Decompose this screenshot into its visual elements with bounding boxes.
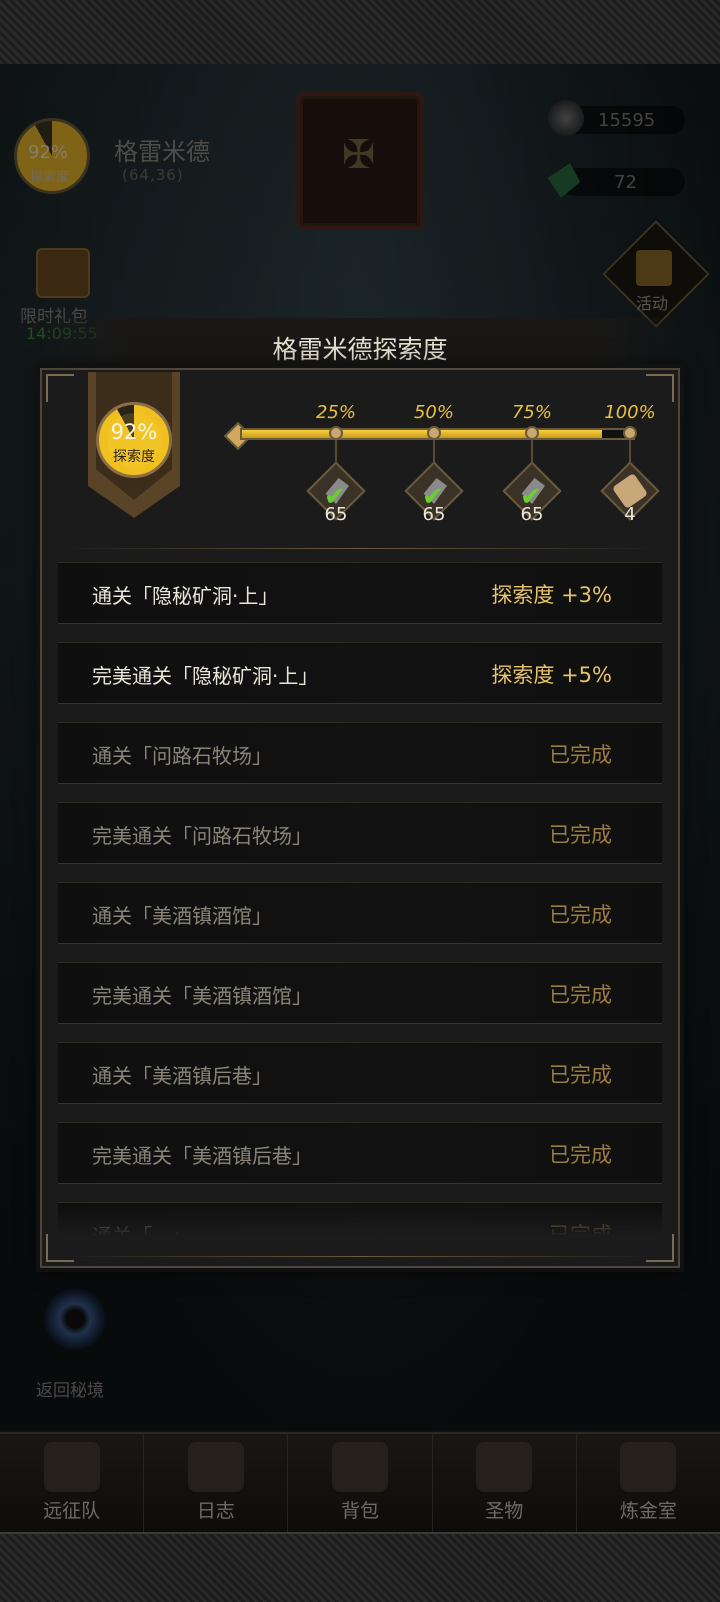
nav-label: 背包: [341, 1500, 380, 1522]
task-row[interactable]: 通关「美酒镇酒馆」 已完成: [58, 882, 662, 944]
explore-label: 探索度: [113, 449, 155, 465]
alchemy-icon: [620, 1442, 677, 1492]
explore-progress-fill: [242, 430, 602, 438]
task-label: 通关「美酒镇酒馆」: [92, 904, 272, 928]
corner-ornament: [46, 1234, 74, 1262]
milestone-node: [427, 426, 441, 440]
scroll-icon: [187, 1442, 244, 1492]
corner-ornament: [646, 1234, 674, 1262]
task-row[interactable]: 通关「问路石牧场」 已完成: [58, 722, 662, 784]
backpack-icon: [332, 1442, 388, 1492]
nav-expedition[interactable]: 远征队: [0, 1434, 145, 1534]
task-status-done: 已完成: [549, 903, 612, 927]
task-status-done: 已完成: [549, 1063, 612, 1087]
divider: [60, 1256, 660, 1257]
corner-ornament: [46, 374, 74, 402]
divider: [60, 548, 660, 549]
milestone-node: [329, 426, 343, 440]
milestone-percent: 100%: [604, 402, 656, 423]
task-list[interactable]: 通关「隐秘矿洞·上」 探索度 +3% 完美通关「隐秘矿洞·上」 探索度 +5% 通关「问…: [58, 562, 662, 1236]
task-row[interactable]: 通关「隐秘矿洞·上」 探索度 +3%: [58, 562, 662, 624]
task-row[interactable]: 完美通关「美酒镇后巷」 已完成: [58, 1122, 662, 1184]
task-label: 完美通关「隐秘矿洞·上」: [92, 664, 319, 688]
milestone-reward-count: 65: [520, 504, 544, 525]
bottom-frame: [0, 1532, 720, 1602]
milestone-reward-count: 65: [324, 504, 348, 525]
task-label: 通关「隐秘矿洞·上」: [92, 584, 279, 608]
milestone-percent: 75%: [511, 402, 552, 423]
nav-label: 炼金室: [619, 1500, 677, 1522]
nav-alchemy[interactable]: 炼金室: [577, 1434, 720, 1534]
task-label: 完美通关「问路石牧场」: [92, 824, 312, 848]
list-fade: [58, 1206, 662, 1236]
task-row[interactable]: 完美通关「美酒镇酒馆」 已完成: [58, 962, 662, 1024]
task-label: 通关「问路石牧场」: [92, 744, 272, 768]
nav-backpack[interactable]: 背包: [288, 1434, 433, 1534]
helmet-icon: [43, 1442, 100, 1492]
task-label: 完美通关「美酒镇后巷」: [92, 1144, 312, 1168]
corner-ornament: [646, 374, 674, 402]
explore-percent: 92%: [110, 420, 158, 444]
top-frame: [0, 0, 720, 66]
task-status-done: 已完成: [549, 823, 612, 847]
task-row[interactable]: 完美通关「问路石牧场」 已完成: [58, 802, 662, 864]
milestone-reward-count: 4: [624, 504, 636, 525]
milestone-node: [623, 426, 637, 440]
task-status-done: 已完成: [549, 1143, 612, 1167]
milestone-percent: 25%: [315, 402, 356, 423]
milestone-percent: 50%: [413, 402, 454, 423]
nav-label: 日志: [196, 1500, 235, 1522]
task-label: 完美通关「美酒镇酒馆」: [92, 984, 312, 1008]
nav-journal[interactable]: 日志: [144, 1434, 289, 1534]
task-reward: 探索度 +3%: [491, 583, 612, 607]
task-label: 通关「美酒镇后巷」: [92, 1064, 272, 1088]
nav-label: 远征队: [43, 1500, 101, 1522]
task-row[interactable]: 通关「美酒镇后巷」 已完成: [58, 1042, 662, 1104]
chalice-icon: [476, 1442, 533, 1492]
modal-title: 格雷米德探索度: [272, 335, 448, 364]
task-status-done: 已完成: [549, 743, 612, 767]
task-row[interactable]: 完美通关「隐秘矿洞·上」 探索度 +5%: [58, 642, 662, 704]
bottom-nav: 远征队 日志 背包 圣物 炼金室: [0, 1432, 720, 1534]
nav-relics[interactable]: 圣物: [433, 1434, 577, 1534]
task-reward: 探索度 +5%: [491, 663, 612, 687]
milestone-reward-count: 65: [422, 504, 446, 525]
task-status-done: 已完成: [549, 983, 612, 1007]
nav-label: 圣物: [485, 1500, 524, 1522]
milestone-node: [525, 426, 539, 440]
